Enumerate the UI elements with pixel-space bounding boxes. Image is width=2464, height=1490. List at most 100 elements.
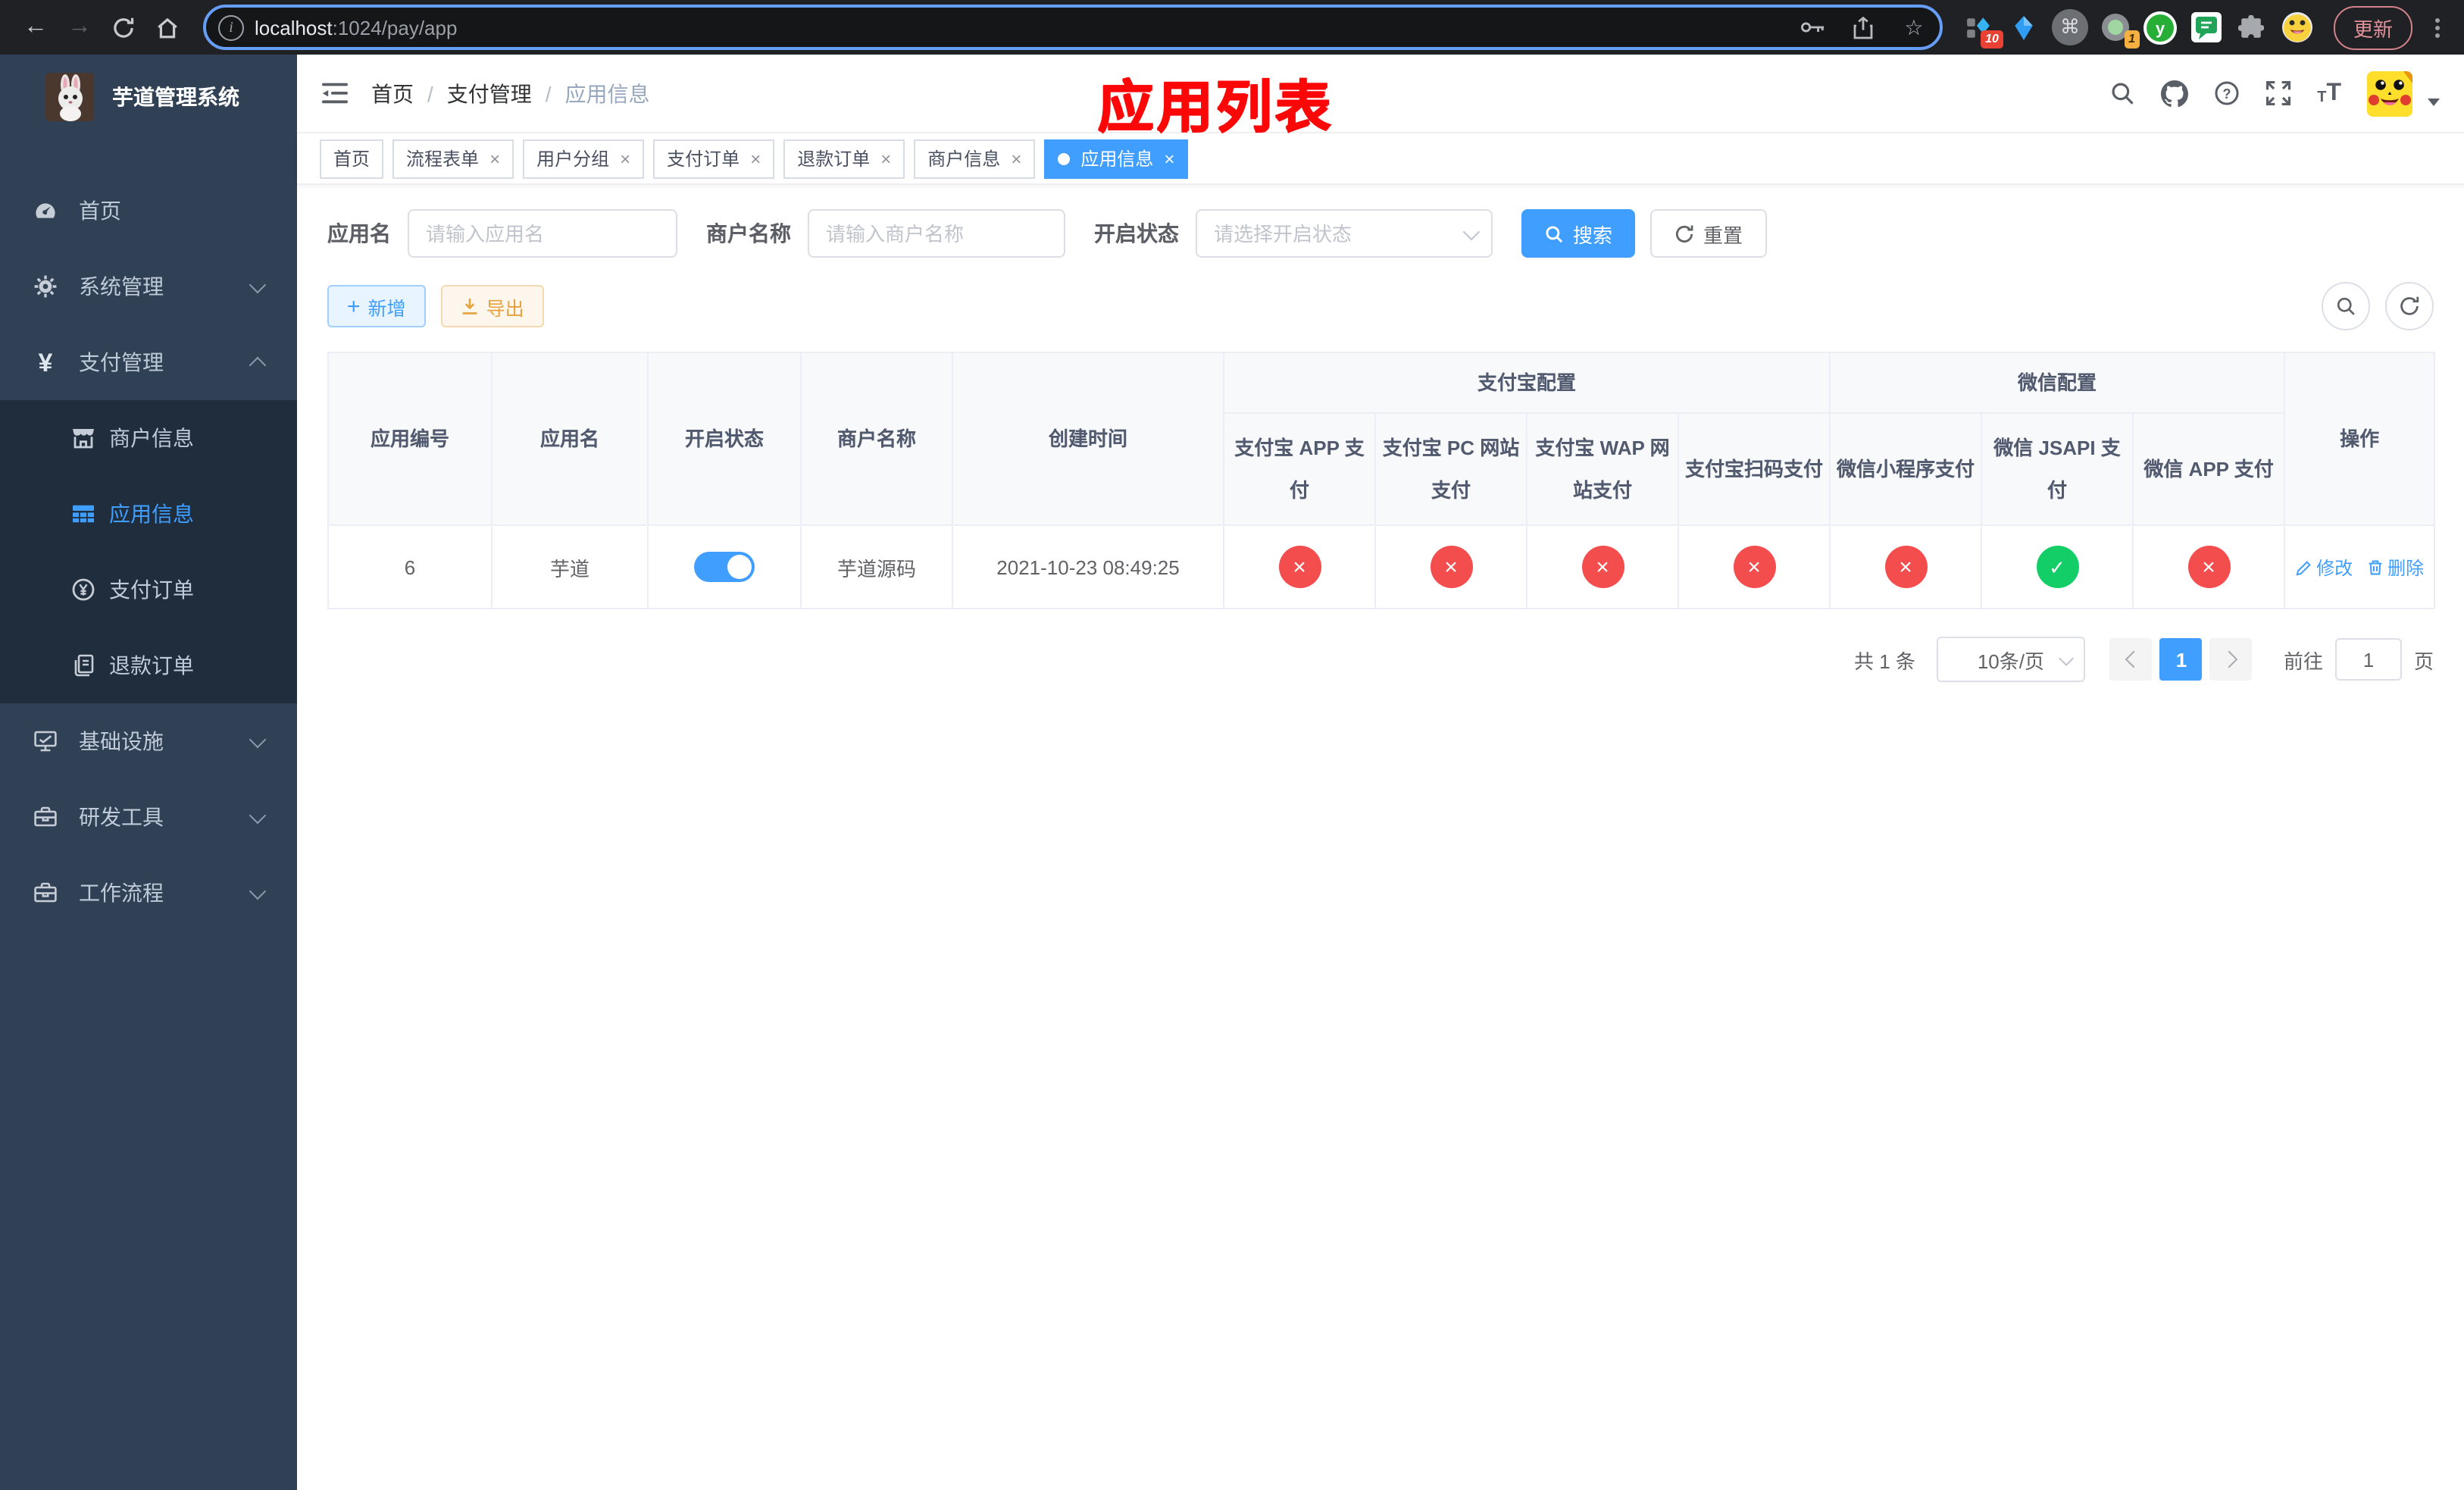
close-icon[interactable] <box>1164 149 1174 167</box>
url-text[interactable]: localhost:1024/pay/app <box>255 16 1784 39</box>
extension-chat-icon[interactable] <box>2187 8 2226 47</box>
pagination: 共 1 条 10条/页 1 前往 页 <box>327 637 2434 682</box>
status-label: 开启状态 <box>1094 221 1179 246</box>
close-icon[interactable] <box>620 149 630 167</box>
tag-bar: 首页 流程表单 用户分组 支付订单 退款订单 商户信息 应用信息 <box>297 133 2464 185</box>
col-header-alipay-app: 支付宝 APP 支付 <box>1223 412 1376 526</box>
refresh-button[interactable] <box>2385 282 2434 330</box>
sidebar-item-pay-order[interactable]: 支付订单 <box>0 552 297 628</box>
sidebar-submenu-payment: 商户信息 应用信息 支付订单 退款订单 <box>0 400 297 703</box>
home-icon[interactable] <box>147 7 188 48</box>
toggle-search-button[interactable] <box>2322 282 2370 330</box>
sidebar: 芋道管理系统 首页 系统管理 ¥ 支付管理 商户信息 应用信息 支付订单 退款订… <box>0 55 297 1490</box>
sidebar-item-system[interactable]: 系统管理 <box>0 249 297 324</box>
caret-down-icon[interactable] <box>2428 99 2440 106</box>
key-icon[interactable] <box>1794 11 1834 44</box>
search-icon[interactable] <box>2109 80 2135 106</box>
tab-home[interactable]: 首页 <box>320 139 384 178</box>
filter-form: 应用名 商户名称 开启状态 <box>327 209 2434 258</box>
wx-jsapi-status-icon <box>2036 546 2079 588</box>
chevron-down-icon <box>249 806 267 824</box>
col-header-wx-jsapi: 微信 JSAPI 支付 <box>1981 412 2134 526</box>
font-size-icon[interactable]: TT <box>2317 80 2341 105</box>
download-icon <box>462 299 477 315</box>
extension-badge: 1 <box>2124 30 2140 49</box>
sidebar-item-refund-order[interactable]: 退款订单 <box>0 628 297 703</box>
extension-yudao-icon[interactable]: y <box>2141 8 2181 47</box>
tab-app-info[interactable]: 应用信息 <box>1044 139 1189 178</box>
fullscreen-icon[interactable] <box>2265 80 2291 106</box>
tab-merchant-info[interactable]: 商户信息 <box>914 139 1036 178</box>
edit-link[interactable]: 修改 <box>2295 554 2353 580</box>
menu-dots-icon[interactable] <box>2425 17 2449 37</box>
share-icon[interactable] <box>1844 11 1884 44</box>
wx-mini-status-icon <box>1884 546 1928 588</box>
app-name-label: 应用名 <box>327 221 391 246</box>
reset-button[interactable]: 重置 <box>1650 209 1768 258</box>
app-name-input[interactable] <box>408 209 677 258</box>
prev-page-button[interactable] <box>2109 638 2153 681</box>
close-icon[interactable] <box>880 149 891 167</box>
collapse-sidebar-icon[interactable] <box>321 82 349 105</box>
help-icon[interactable]: ? <box>2214 80 2240 106</box>
merchant-name-input[interactable] <box>808 209 1065 258</box>
top-navbar: 首页 / 支付管理 / 应用信息 ? T T <box>297 55 2464 133</box>
tab-process-form[interactable]: 流程表单 <box>392 139 514 178</box>
forward-icon[interactable]: → <box>59 7 100 48</box>
url-bar[interactable]: i localhost:1024/pay/app ☆ <box>203 5 1943 50</box>
page-number-button[interactable]: 1 <box>2159 638 2203 681</box>
back-icon[interactable]: ← <box>15 7 56 48</box>
breadcrumb-home[interactable]: 首页 <box>371 78 414 108</box>
app-table: 应用编号 应用名 开启状态 商户名称 创建时间 支付宝配置 微信配置 操作 支付… <box>327 352 2436 609</box>
alipay-app-status-icon <box>1278 546 1321 588</box>
extension-tasks-icon[interactable]: 10 <box>1959 8 2003 49</box>
workflow-icon <box>32 881 59 905</box>
goto-page-input[interactable] <box>2334 638 2402 681</box>
status-select-input[interactable] <box>1196 209 1493 258</box>
delete-link[interactable]: 删除 <box>2366 554 2424 580</box>
sidebar-item-workflow[interactable]: 工作流程 <box>0 855 297 931</box>
breadcrumb-payment[interactable]: 支付管理 <box>447 78 532 108</box>
sidebar-item-dev-tools[interactable]: 研发工具 <box>0 779 297 855</box>
search-icon <box>2337 297 2355 315</box>
tab-refund-order[interactable]: 退款订单 <box>783 139 905 178</box>
col-group-wechat: 微信配置 <box>1829 352 2286 414</box>
close-icon[interactable] <box>1011 149 1021 167</box>
github-icon[interactable] <box>2161 80 2189 107</box>
sidebar-item-merchant-info[interactable]: 商户信息 <box>0 400 297 476</box>
annotation-title: 应用列表 <box>1097 76 1334 138</box>
extension-kite-icon[interactable] <box>2005 8 2044 47</box>
plus-icon: + <box>347 293 361 319</box>
sidebar-item-infrastructure[interactable]: 基础设施 <box>0 703 297 779</box>
extension-record-icon[interactable]: 1 <box>2096 8 2140 49</box>
sidebar-item-app-info[interactable]: 应用信息 <box>0 476 297 552</box>
tab-user-group[interactable]: 用户分组 <box>523 139 645 178</box>
close-icon[interactable] <box>750 149 761 167</box>
status-toggle[interactable] <box>694 552 755 582</box>
grid-icon <box>70 502 95 526</box>
cell-status <box>647 524 802 609</box>
close-icon[interactable] <box>489 149 500 167</box>
chevron-down-icon <box>249 881 267 900</box>
export-button[interactable]: 导出 <box>440 285 544 327</box>
avatar[interactable] <box>2367 70 2412 116</box>
sidebar-item-payment[interactable]: ¥ 支付管理 <box>0 324 297 400</box>
extension-puzzle-icon[interactable] <box>2232 8 2272 47</box>
page-size-select[interactable]: 10条/页 <box>1936 637 2085 682</box>
svg-text:y: y <box>2156 18 2166 37</box>
next-page-button[interactable] <box>2209 638 2253 681</box>
tab-pay-order[interactable]: 支付订单 <box>653 139 775 178</box>
browser-update-button[interactable]: 更新 <box>2333 5 2412 49</box>
search-button[interactable]: 搜索 <box>1521 209 1636 258</box>
alipay-pc-status-icon <box>1430 546 1472 588</box>
status-select[interactable] <box>1196 209 1493 258</box>
site-info-icon[interactable]: i <box>218 14 244 40</box>
star-icon[interactable]: ☆ <box>1894 11 1934 44</box>
extension-emoji-icon[interactable] <box>2278 8 2317 47</box>
reload-icon[interactable] <box>103 7 144 48</box>
sidebar-item-home[interactable]: 首页 <box>0 173 297 249</box>
chevron-down-icon <box>249 730 267 748</box>
add-button[interactable]: + 新增 <box>327 285 426 327</box>
extension-command-icon[interactable]: ⌘ <box>2050 8 2090 47</box>
app-logo[interactable]: 芋道管理系统 <box>0 55 297 139</box>
